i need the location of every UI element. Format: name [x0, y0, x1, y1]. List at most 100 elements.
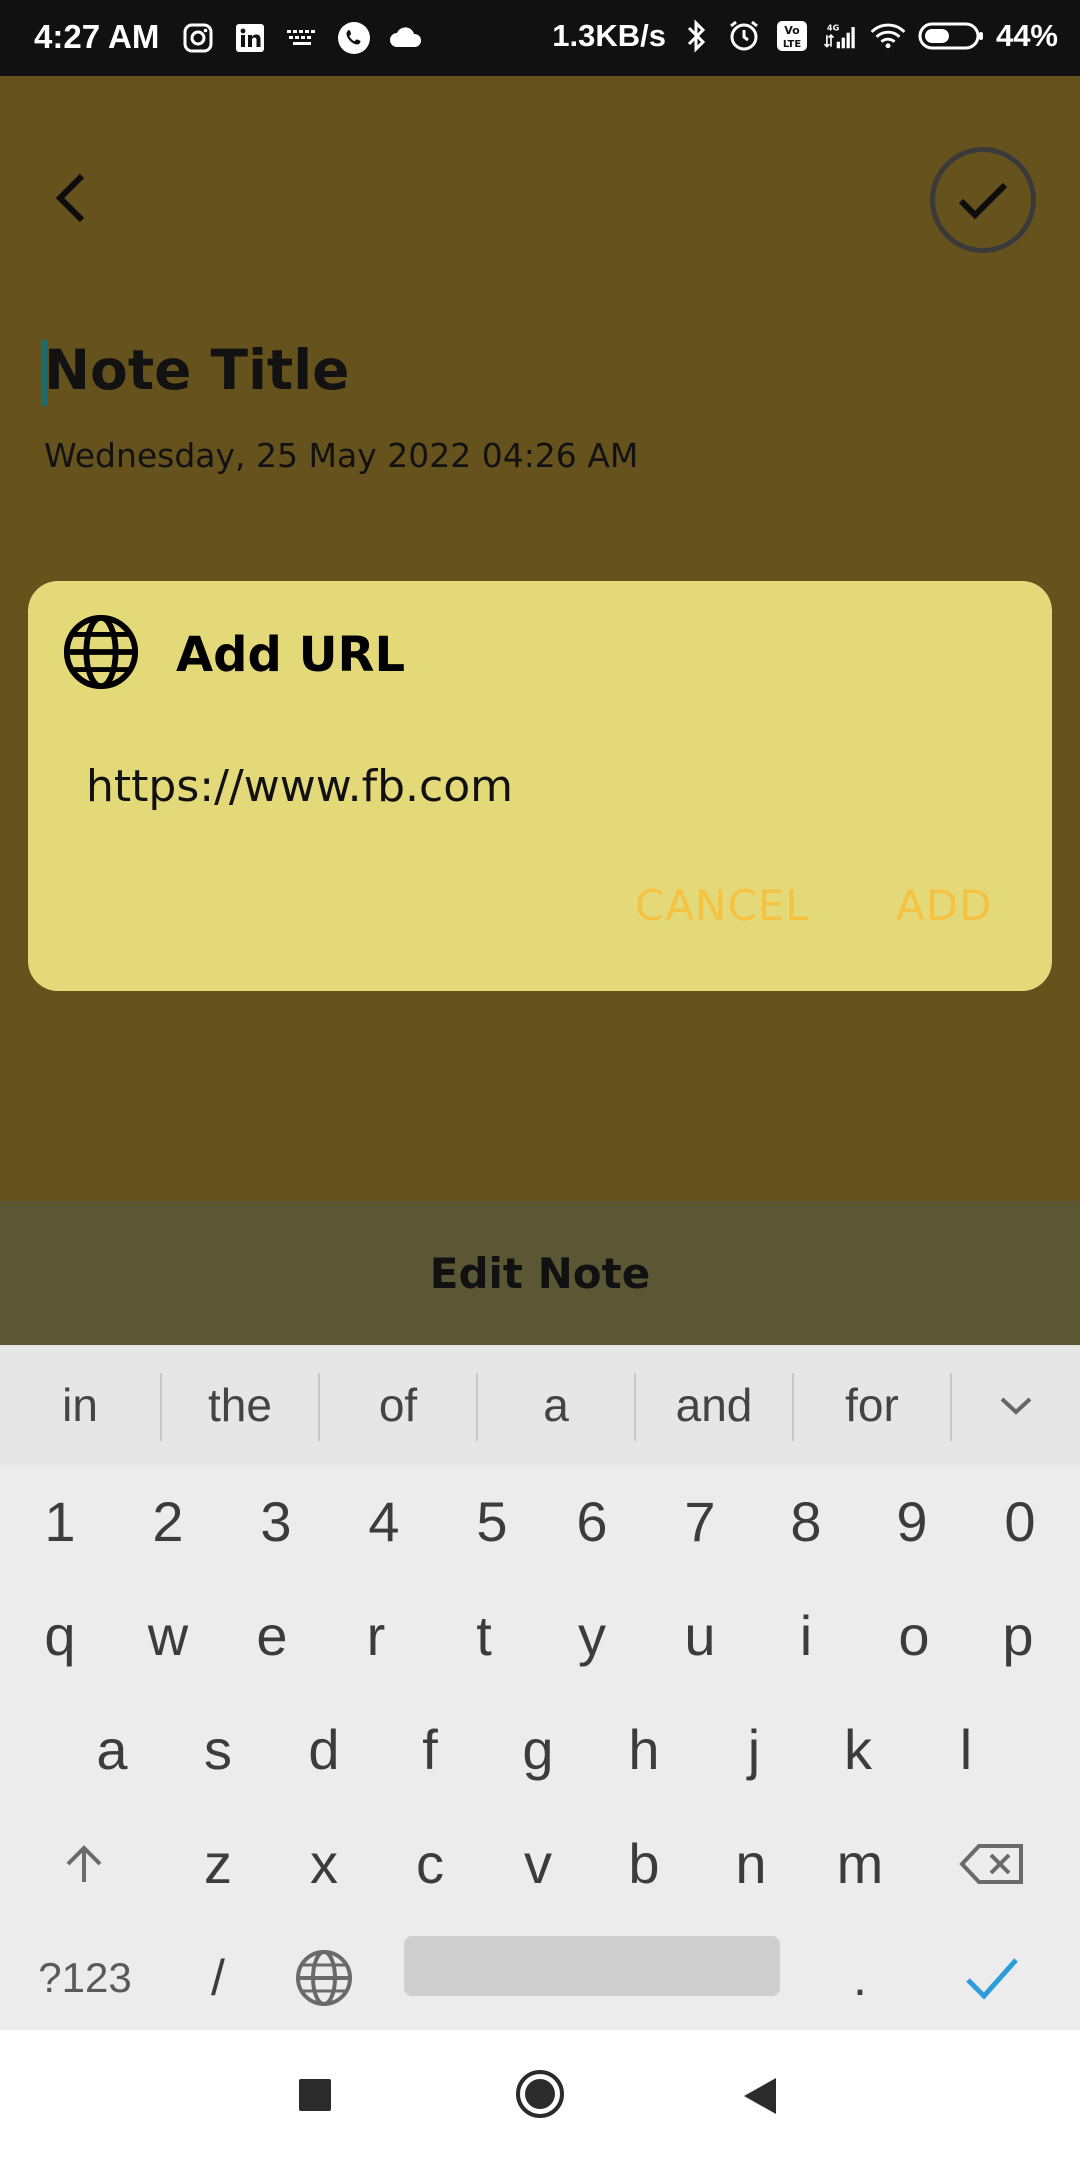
- space-key[interactable]: [404, 1936, 780, 1996]
- suggestion-item[interactable]: for: [794, 1345, 950, 1465]
- key[interactable]: 9: [858, 1465, 966, 1578]
- note-title-input[interactable]: Note Title: [44, 338, 349, 402]
- key[interactable]: f: [376, 1693, 484, 1806]
- bluetooth-icon: [678, 18, 714, 54]
- keyboard-icon: [284, 20, 320, 56]
- edit-note-label: Edit Note: [429, 1248, 651, 1298]
- key[interactable]: z: [164, 1807, 272, 1920]
- key[interactable]: k: [804, 1693, 912, 1806]
- key[interactable]: 6: [538, 1465, 646, 1578]
- url-input[interactable]: [86, 751, 986, 821]
- key[interactable]: o: [860, 1579, 968, 1692]
- key[interactable]: 4: [330, 1465, 438, 1578]
- key[interactable]: y: [538, 1579, 646, 1692]
- recents-button[interactable]: [298, 2078, 332, 2112]
- chevron-left-icon: [55, 173, 85, 223]
- cancel-button[interactable]: CANCEL: [635, 881, 810, 930]
- add-button[interactable]: ADD: [896, 881, 992, 930]
- notification-icons: [180, 20, 424, 56]
- key[interactable]: p: [964, 1579, 1072, 1692]
- key[interactable]: n: [697, 1807, 805, 1920]
- key[interactable]: 3: [222, 1465, 330, 1578]
- suggestion-item[interactable]: of: [320, 1345, 476, 1465]
- shift-arrow-icon: [66, 1844, 102, 1882]
- status-bar: 4:27 AM 1.3KB/s Vo LTE 4G 44%: [0, 0, 1080, 76]
- key[interactable]: e: [218, 1579, 326, 1692]
- suggestion-item[interactable]: and: [636, 1345, 792, 1465]
- letter-row-3: z x c v b n m: [0, 1807, 1080, 1920]
- check-icon: [966, 1957, 1018, 2000]
- net-speed: 1.3KB/s: [552, 18, 666, 53]
- suggestion-item[interactable]: in: [0, 1345, 160, 1465]
- globe-icon: [63, 614, 139, 690]
- suggestion-item[interactable]: the: [162, 1345, 318, 1465]
- enter-key[interactable]: [938, 1921, 1046, 2034]
- key[interactable]: w: [114, 1579, 222, 1692]
- back-nav-button[interactable]: [740, 2074, 780, 2118]
- key[interactable]: t: [430, 1579, 538, 1692]
- phone-icon: [336, 20, 372, 56]
- status-right: 1.3KB/s Vo LTE 4G 44%: [552, 18, 1058, 54]
- backspace-key[interactable]: [938, 1807, 1046, 1920]
- key[interactable]: 0: [966, 1465, 1074, 1578]
- back-button[interactable]: [42, 166, 106, 230]
- key[interactable]: c: [376, 1807, 484, 1920]
- home-button[interactable]: [514, 2068, 566, 2120]
- note-date: Wednesday, 25 May 2022 04:26 AM: [44, 436, 639, 475]
- key[interactable]: 2: [114, 1465, 222, 1578]
- key[interactable]: s: [164, 1693, 272, 1806]
- letter-row-2: a s d f g h j k l: [0, 1693, 1080, 1806]
- key[interactable]: b: [590, 1807, 698, 1920]
- key[interactable]: d: [270, 1693, 378, 1806]
- key[interactable]: 5: [438, 1465, 546, 1578]
- letter-row-1: q w e r t y u i o p: [0, 1579, 1080, 1692]
- key[interactable]: a: [58, 1693, 166, 1806]
- check-icon: [958, 182, 1008, 220]
- key[interactable]: g: [484, 1693, 592, 1806]
- status-time: 4:27 AM: [34, 18, 160, 55]
- slash-key[interactable]: /: [164, 1921, 272, 2034]
- key[interactable]: 8: [752, 1465, 860, 1578]
- key[interactable]: v: [484, 1807, 592, 1920]
- globe-icon: [296, 1949, 352, 2006]
- chevron-down-icon: [1000, 1397, 1032, 1415]
- svg-text:4G: 4G: [827, 22, 840, 32]
- volte-icon: Vo LTE: [774, 18, 810, 54]
- linkedin-icon: [232, 20, 268, 56]
- instagram-icon: [180, 20, 216, 56]
- alarm-icon: [726, 18, 762, 54]
- system-nav-bar: [0, 2030, 1080, 2160]
- key[interactable]: 1: [6, 1465, 114, 1578]
- collapse-suggestions-button[interactable]: [952, 1345, 1080, 1465]
- suggestion-strip: in the of a and for: [0, 1345, 1080, 1465]
- key[interactable]: i: [752, 1579, 860, 1692]
- suggestion-item[interactable]: a: [478, 1345, 634, 1465]
- key[interactable]: 7: [646, 1465, 754, 1578]
- soft-keyboard: in the of a and for 1 2 3 4 5 6 7 8 9 0 …: [0, 1345, 1080, 2030]
- key[interactable]: l: [912, 1693, 1020, 1806]
- dialog-title: Add URL: [176, 627, 406, 683]
- battery-icon: [918, 18, 984, 54]
- svg-text:LTE: LTE: [783, 39, 802, 50]
- signal-icon: 4G: [822, 18, 858, 54]
- number-row: 1 2 3 4 5 6 7 8 9 0: [0, 1465, 1080, 1578]
- key[interactable]: q: [6, 1579, 114, 1692]
- period-key[interactable]: .: [806, 1921, 914, 2034]
- note-editor: Note Title Wednesday, 25 May 2022 04:26 …: [0, 76, 1080, 1201]
- key[interactable]: x: [270, 1807, 378, 1920]
- key[interactable]: m: [806, 1807, 914, 1920]
- wifi-icon: [870, 18, 906, 54]
- symbols-key[interactable]: ?123: [20, 1921, 150, 2034]
- key[interactable]: r: [322, 1579, 430, 1692]
- language-key[interactable]: [270, 1921, 378, 2034]
- save-button[interactable]: [930, 147, 1036, 253]
- key[interactable]: u: [646, 1579, 754, 1692]
- cloud-icon: [388, 20, 424, 56]
- key[interactable]: h: [590, 1693, 698, 1806]
- shift-key[interactable]: [30, 1807, 138, 1920]
- add-url-dialog: Add URL CANCEL ADD: [28, 581, 1052, 991]
- battery-percent: 44%: [995, 18, 1058, 53]
- key[interactable]: j: [700, 1693, 808, 1806]
- backspace-icon: [959, 1843, 1023, 1884]
- edit-note-bar: Edit Note: [0, 1201, 1080, 1345]
